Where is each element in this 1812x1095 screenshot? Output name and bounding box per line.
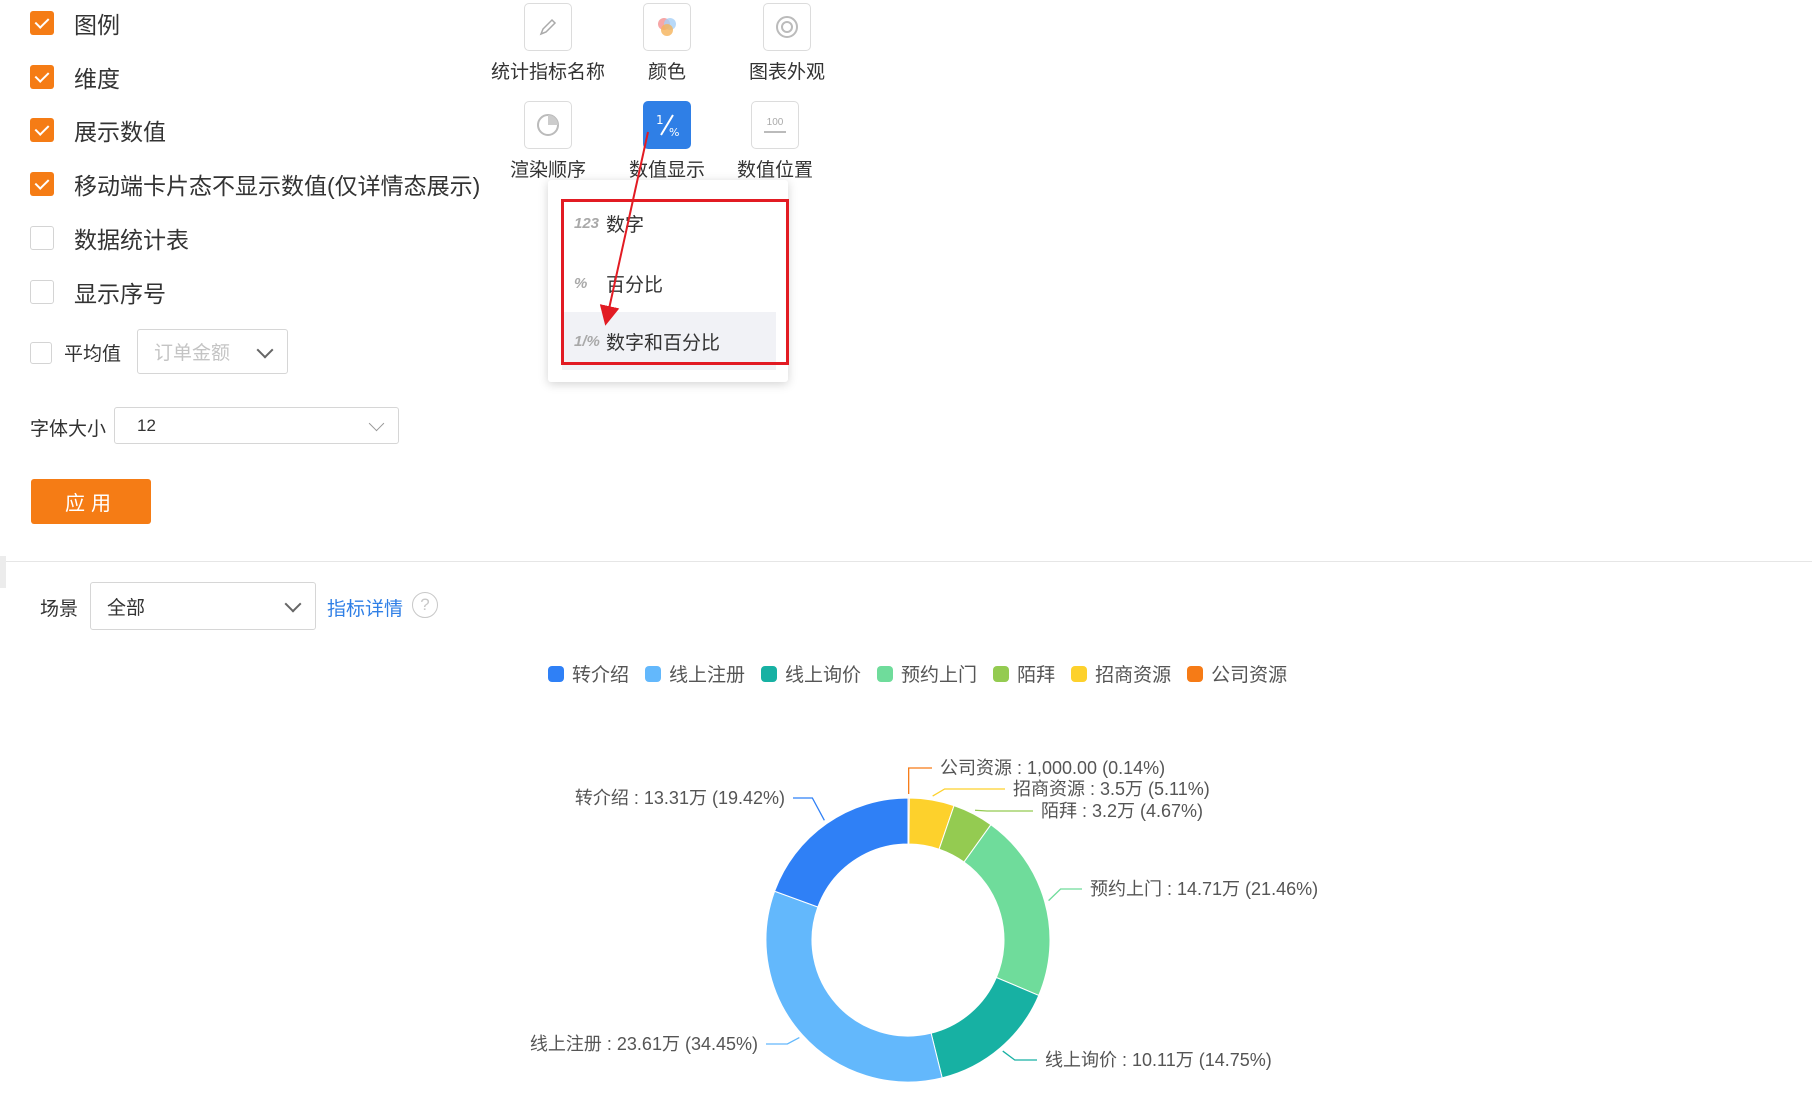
slice-label: 陌拜 : 3.2万 (4.67%) xyxy=(1041,801,1203,821)
slice-label: 预约上门 : 14.71万 (21.46%) xyxy=(1090,879,1318,899)
label-leader-line xyxy=(908,767,932,795)
slice-label: 公司资源 : 1,000.00 (0.14%) xyxy=(940,758,1165,778)
label-leader-line xyxy=(1048,888,1082,902)
label-leader-line xyxy=(1002,1050,1037,1061)
donut-slice[interactable] xyxy=(963,824,1051,997)
slice-label: 线上注册 : 23.61万 (34.45%) xyxy=(530,1034,758,1054)
label-leader-line xyxy=(974,809,1033,812)
slice-label: 线上询价 : 10.11万 (14.75%) xyxy=(1045,1050,1272,1070)
label-leader-line xyxy=(793,797,825,821)
donut-chart: 转介绍 : 13.31万 (19.42%) 线上注册 : 23.61万 (34.4… xyxy=(530,758,1318,1083)
donut-slice[interactable] xyxy=(765,890,943,1083)
label-leader-line xyxy=(766,1036,800,1045)
donut-slice[interactable] xyxy=(930,976,1040,1079)
label-leader-line xyxy=(932,788,1005,797)
slice-label: 招商资源 : 3.5万 (5.11%) xyxy=(1013,779,1210,799)
slice-label: 转介绍 : 13.31万 (19.42%) xyxy=(575,788,785,808)
donut-slice[interactable] xyxy=(773,797,909,908)
